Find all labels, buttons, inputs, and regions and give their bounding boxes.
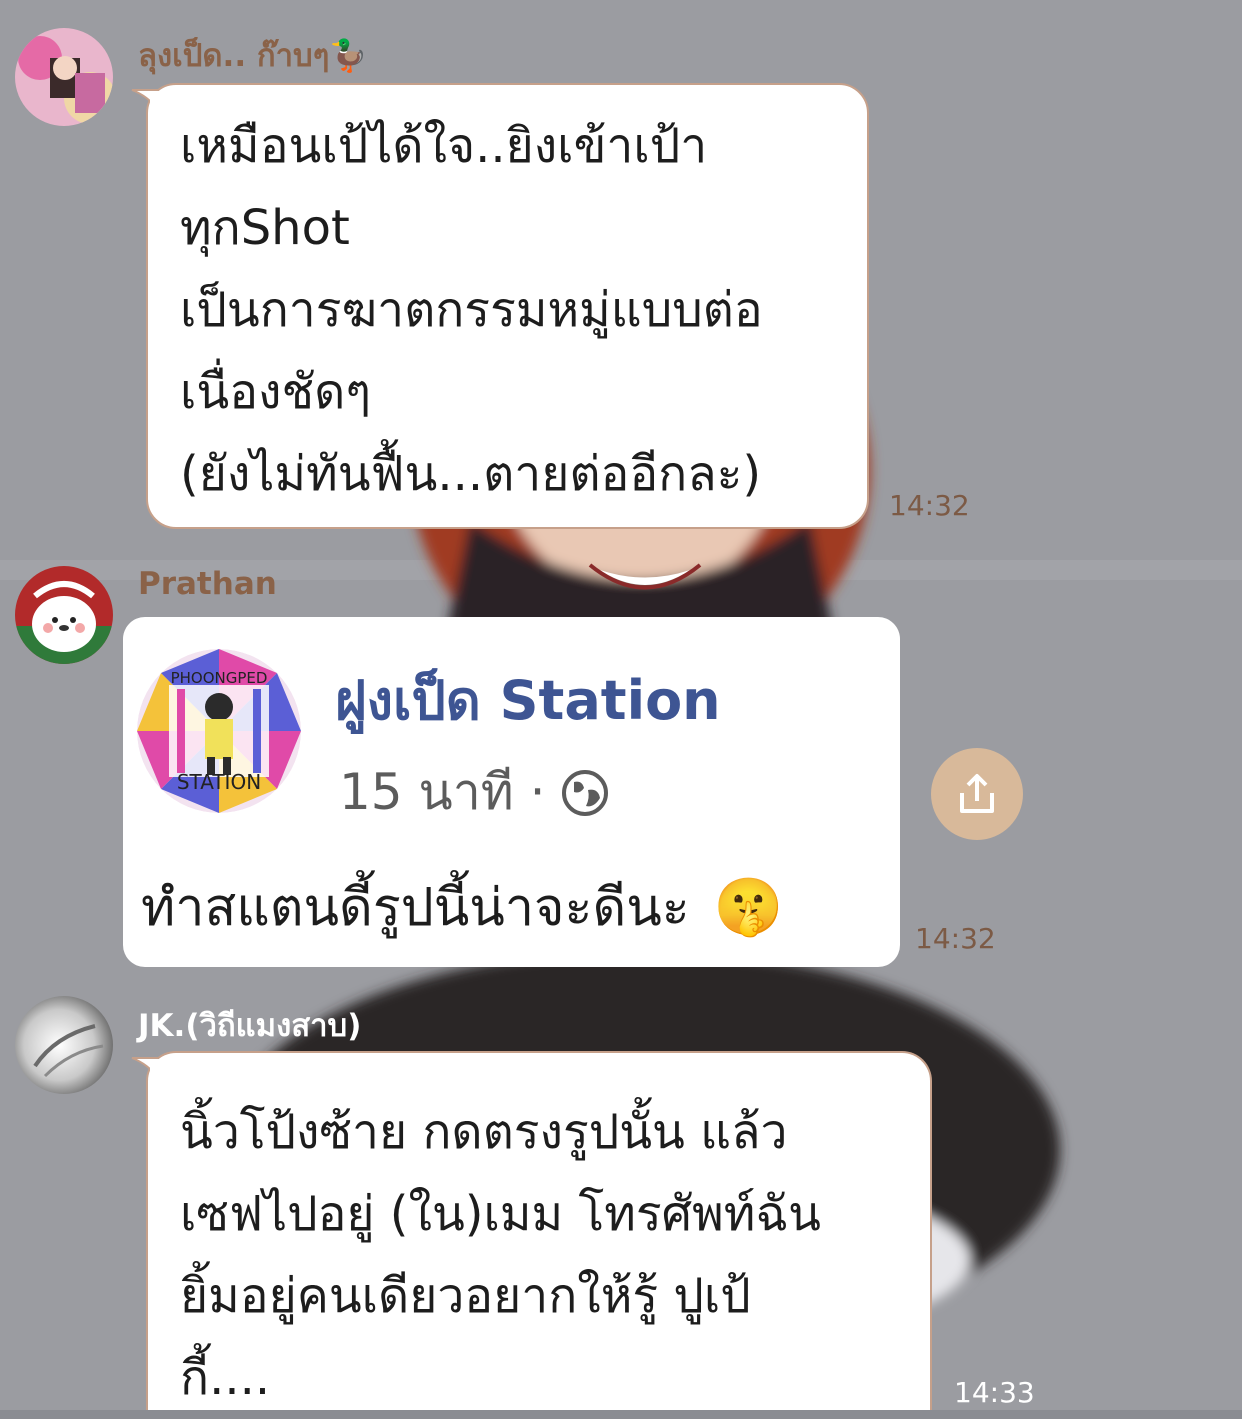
share-icon xyxy=(960,774,994,813)
message-time: 14:33 xyxy=(954,1376,1035,1409)
sender-name: ลุงเป็ด.. ก๊าบๆ🦆 xyxy=(138,38,368,74)
bubble-tail xyxy=(131,1057,162,1085)
sender-name: JK.(วิถีแมงสาบ) xyxy=(138,1008,362,1044)
sender-name: Prathan xyxy=(138,566,277,602)
message-bubble[interactable]: นิ้วโป้งซ้าย กดตรงรูปนั้น แล้ว เซฟไปอยู่… xyxy=(146,1051,932,1410)
globe-icon xyxy=(561,769,608,816)
message-time: 14:32 xyxy=(889,489,970,522)
post-page-name[interactable]: ฝูงเป็ด Station xyxy=(335,657,721,743)
shared-post-card[interactable]: PHOONGPED STATION ฝูงเป็ด Station 15 นาท… xyxy=(123,617,900,967)
bubble-tail xyxy=(131,89,162,117)
post-meta: 15 นาที · xyxy=(339,753,610,832)
page-logo[interactable]: PHOONGPED STATION xyxy=(137,649,301,813)
message-line: นิ้วโป้งซ้าย กดตรงรูปนั้น แล้ว xyxy=(180,1104,788,1160)
message-line: เนื่องชัดๆ xyxy=(180,364,372,420)
post-text-body: ทำสแตนดี้รูปนี้น่าจะดีนะ xyxy=(141,878,690,938)
avatar[interactable] xyxy=(15,28,113,126)
avatar[interactable] xyxy=(15,566,113,664)
message-line: เป็นการฆาตกรรมหมู่แบบต่อ xyxy=(180,282,763,338)
message-line: เหมือนเป้ได้ใจ..ยิงเข้าเป้า xyxy=(180,118,708,174)
post-time: 15 นาที · xyxy=(339,763,546,821)
message-line: ทุกShot xyxy=(180,200,350,256)
post-text: ทำสแตนดี้รูปนี้น่าจะดีนะ 🤫 xyxy=(141,865,783,948)
message-bubble[interactable]: เหมือนเป้ได้ใจ..ยิงเข้าเป้า ทุกShot เป็น… xyxy=(146,83,869,529)
logo-text-bottom: STATION xyxy=(177,770,261,794)
share-button[interactable] xyxy=(931,748,1023,840)
message-line: เซฟไปอยู่ (ใน)เมม โทรศัพท์ฉัน xyxy=(180,1186,821,1242)
message-line: ยิ้มอยู่คนเดียวอยากให้รู้ ปูเป้ xyxy=(180,1268,751,1324)
logo-text-top: PHOONGPED xyxy=(171,669,268,687)
avatar[interactable] xyxy=(15,996,113,1094)
shushing-emoji: 🤫 xyxy=(713,874,784,940)
message-line: กี้.... xyxy=(180,1350,271,1406)
message-line: (ยังไม่ทันฟื้น...ตายต่ออีกละ) xyxy=(180,446,762,502)
message-time: 14:32 xyxy=(915,922,996,955)
